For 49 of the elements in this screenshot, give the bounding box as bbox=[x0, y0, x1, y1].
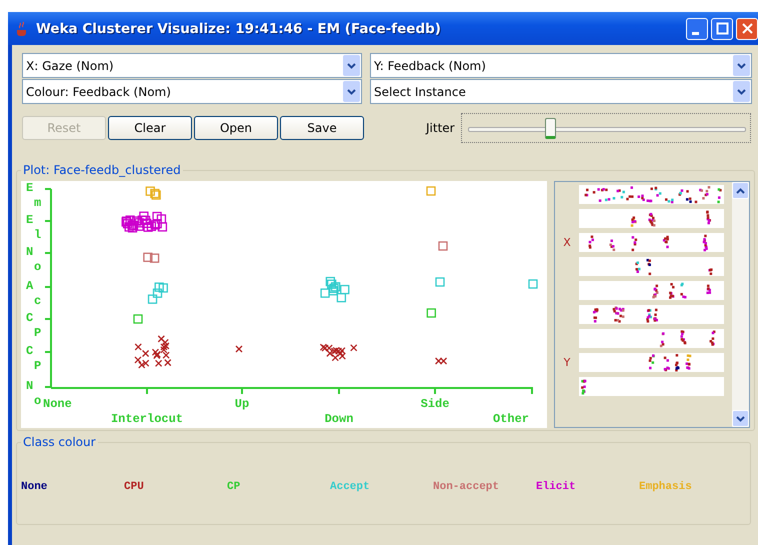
chevron-down-icon bbox=[347, 62, 356, 68]
axis-label: Side bbox=[420, 397, 450, 411]
dropdown[interactable]: Select Instance bbox=[370, 79, 752, 104]
class-label: None bbox=[21, 481, 48, 493]
class-label: Elicit bbox=[536, 481, 577, 493]
save-button[interactable]: Save bbox=[280, 116, 364, 140]
scroll-up-button[interactable] bbox=[732, 182, 749, 199]
panel-title: Plot: Face-feedb_clustered bbox=[22, 163, 182, 177]
axis-label: Down bbox=[324, 412, 354, 426]
axis-label: Up bbox=[234, 397, 250, 411]
close-icon bbox=[740, 22, 754, 35]
axis-label: Em bbox=[26, 181, 42, 210]
scroll-down-button[interactable] bbox=[732, 410, 749, 427]
jitter-label: Jitter bbox=[426, 121, 455, 135]
axis-label: CP bbox=[26, 311, 42, 340]
axis-label: No bbox=[26, 245, 42, 274]
jitter-slider[interactable] bbox=[460, 113, 751, 143]
window-title: Weka Clusterer Visualize: 19:41:46 - EM (Face-feedb) bbox=[36, 20, 442, 36]
maximize-icon bbox=[716, 22, 728, 35]
class-label: CPU bbox=[124, 481, 145, 493]
class-label: Non-accept bbox=[433, 481, 500, 493]
axis-label: Interlocut bbox=[111, 412, 183, 426]
axis-label: Ac bbox=[26, 279, 42, 308]
axis-label: El bbox=[26, 213, 42, 242]
axis-label: None bbox=[43, 397, 72, 411]
clear-button[interactable]: Clear bbox=[108, 116, 192, 140]
axis-label: Other bbox=[493, 412, 529, 426]
dropdown[interactable]: Y: Feedback (Nom) bbox=[370, 53, 752, 78]
minimize-icon bbox=[692, 32, 698, 34]
dropdown[interactable]: Colour: Feedback (Nom) bbox=[22, 79, 362, 104]
chevron-up-icon bbox=[736, 188, 745, 194]
chevron-down-icon bbox=[737, 62, 746, 68]
y-marker: Y bbox=[562, 356, 572, 369]
axis-label: No bbox=[26, 379, 42, 408]
chevron-down-icon bbox=[737, 88, 746, 94]
class-label: Emphasis bbox=[639, 481, 693, 493]
open-button[interactable]: Open bbox=[194, 116, 278, 140]
scrollbar[interactable] bbox=[732, 182, 749, 427]
dropdown[interactable]: X: Gaze (Nom) bbox=[22, 53, 362, 78]
chevron-down-icon bbox=[736, 416, 745, 422]
close-button[interactable] bbox=[736, 18, 758, 40]
x-marker: X bbox=[562, 236, 572, 249]
chevron-down-icon bbox=[347, 88, 356, 94]
minimize-button[interactable] bbox=[686, 18, 708, 40]
class-label: Accept bbox=[330, 481, 371, 493]
panel-title: Class colour bbox=[22, 435, 97, 449]
axis-label: CP bbox=[26, 344, 42, 373]
class-label: CP bbox=[227, 481, 242, 493]
maximize-button[interactable] bbox=[711, 18, 733, 40]
